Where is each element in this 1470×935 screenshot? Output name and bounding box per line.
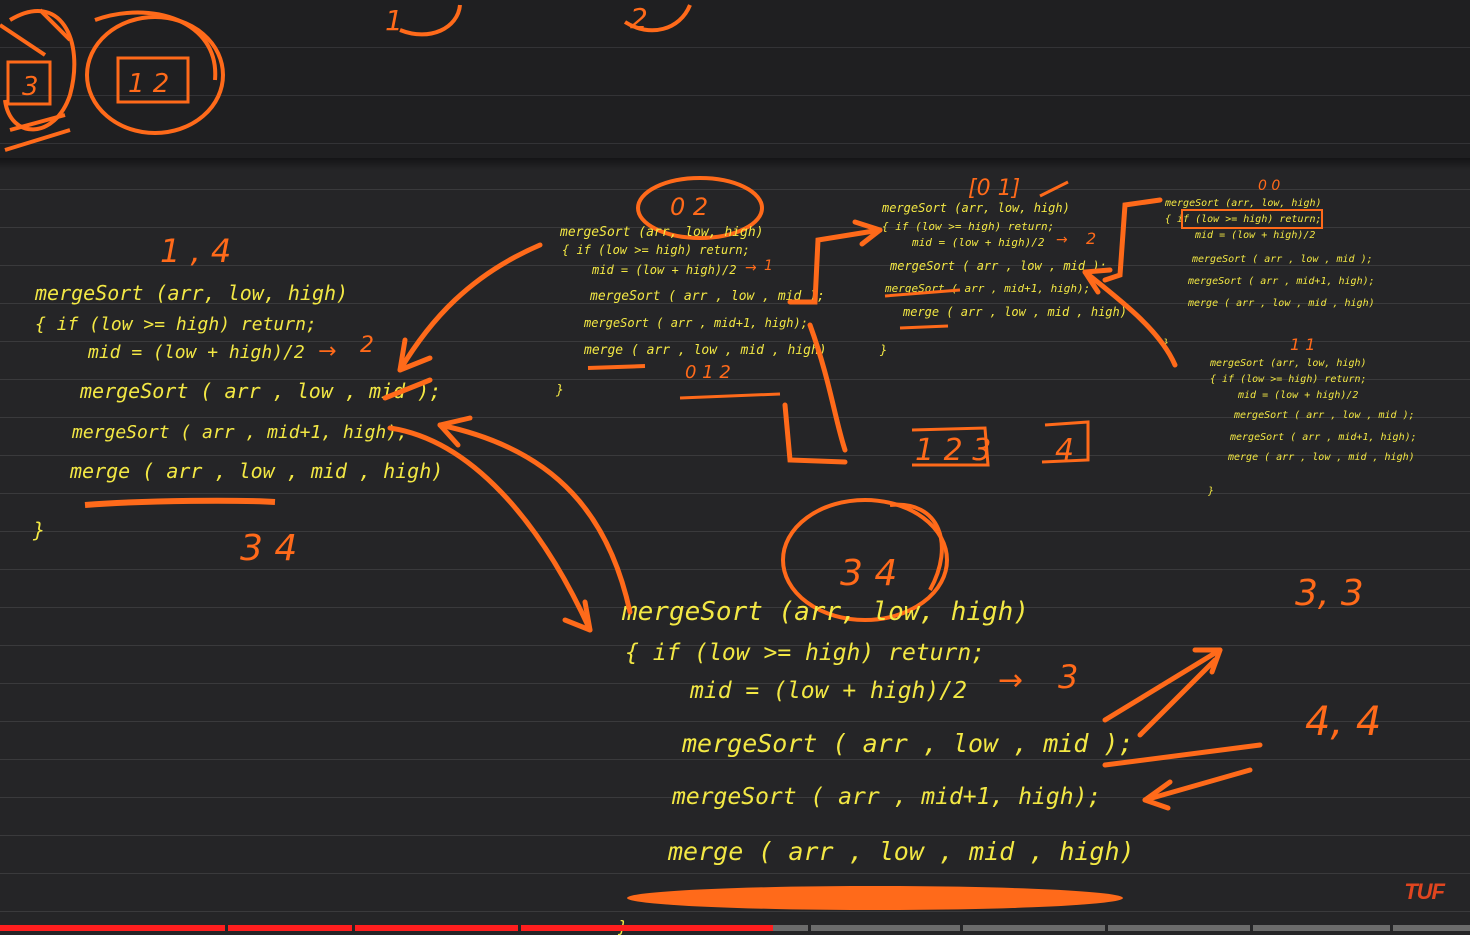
block6-mid-value: 3 — [1058, 658, 1078, 696]
block2-range: 0 2 — [670, 193, 708, 221]
top-annotations: 3 1 2 1 2 — [0, 2, 692, 152]
arrow-glyph: → — [1056, 232, 1068, 248]
chapter-marker — [352, 925, 355, 931]
chapter-marker — [1105, 925, 1108, 931]
block5-line: mergeSort (arr, low, high) — [1209, 358, 1367, 369]
block5-line: merge ( arr , low , mid , high) — [1227, 452, 1415, 463]
code-block-2: 0 2 mergeSort (arr, low, high) { if (low… — [555, 176, 827, 400]
whiteboard-canvas: 3 1 2 1 2 1 , 4 mergeSort (arr, low, hig… — [0, 0, 1470, 935]
block5-range: 1 1 — [1290, 335, 1315, 354]
tick-stroke — [1039, 180, 1069, 198]
chapter-marker — [1250, 925, 1253, 931]
block5-line: } — [1207, 486, 1214, 497]
block6-range: 3 4 — [840, 553, 897, 594]
block3-below: 1 2 3 — [915, 433, 991, 468]
block3-line: } — [879, 343, 887, 357]
block1-line: { if (low >= high) return; — [35, 314, 317, 335]
handwriting-layer: 3 1 2 1 2 1 , 4 mergeSort (arr, low, hig… — [0, 2, 1417, 935]
code-block-1: 1 , 4 mergeSort (arr, low, high) { if (l… — [32, 232, 443, 569]
block1-line: mid = (low + high)/2 — [87, 342, 305, 363]
block6-line: { if (low >= high) return; — [625, 640, 985, 666]
block1-range: 1 , 4 — [160, 232, 231, 270]
block2-line: { if (low >= high) return; — [562, 243, 750, 257]
chapter-marker — [808, 925, 811, 931]
block5-line: mergeSort ( arr , low , mid ); — [1233, 410, 1415, 421]
arrow-glyph: → — [745, 260, 757, 276]
chapter-marker — [960, 925, 963, 931]
underline-stroke — [627, 886, 1123, 910]
arrow-glyph: → — [998, 663, 1023, 698]
block4-range: 0 0 — [1258, 178, 1280, 194]
block4-line: mergeSort (arr, low, high) — [1164, 198, 1322, 209]
circle-stroke — [3, 9, 77, 132]
underline-stroke — [679, 392, 781, 400]
block3-line: merge ( arr , low , mid , high) — [902, 305, 1127, 319]
code-block-5: 1 1 mergeSort (arr, low, high) { if (low… — [1207, 335, 1417, 497]
block3-mid-value: 2 — [1086, 229, 1096, 248]
underline-stroke — [84, 497, 276, 508]
code-block-4: 0 0 mergeSort (arr, low, high) { if (low… — [1162, 178, 1375, 349]
underline-stroke — [587, 364, 646, 370]
block4-line: { if (low >= high) return; — [1165, 214, 1322, 225]
code-block-6: 3 4 mergeSort (arr, low, high) { if (low… — [617, 498, 1381, 935]
block6-line: mergeSort ( arr , low , mid ); — [681, 729, 1134, 758]
block3-range: [0 1] — [968, 176, 1020, 201]
block2-line: mergeSort ( arr , mid+1, high); — [583, 316, 808, 330]
block2-line: } — [555, 383, 564, 398]
block4-line: mid = (low + high)/2 — [1194, 230, 1315, 241]
video-progress-bar[interactable] — [0, 925, 1470, 931]
chapter-marker — [518, 925, 521, 931]
bracket-stroke — [399, 4, 462, 37]
block6-line: merge ( arr , low , mid , high) — [667, 837, 1135, 866]
chapter-marker — [1390, 925, 1393, 931]
block5-line: { if (low >= high) return; — [1210, 374, 1367, 385]
arrow-glyph: → — [318, 339, 336, 364]
block1-line: mergeSort ( arr , mid+1, high); — [71, 422, 408, 443]
block3-line: mid = (low + high)/2 — [911, 236, 1045, 249]
block2-mid-value: 1 — [764, 258, 773, 274]
block2-line: mid = (low + high)/2 — [591, 263, 737, 277]
block3-line: { if (low >= high) return; — [882, 220, 1054, 233]
arrow-stroke — [1102, 197, 1163, 283]
block2-below: 0 1 2 — [685, 362, 731, 383]
block1-line: merge ( arr , low , mid , high) — [69, 459, 443, 483]
block6-right1: 3, 3 — [1295, 573, 1364, 614]
arrow-stroke — [1142, 767, 1253, 803]
arrow-stroke — [397, 242, 543, 373]
block4-line: mergeSort ( arr , low , mid ); — [1191, 254, 1373, 265]
block3-line: mergeSort (arr, low, high) — [881, 201, 1070, 215]
block6-right2: 4, 4 — [1305, 699, 1381, 745]
block5-line: mergeSort ( arr , mid+1, high); — [1229, 432, 1417, 443]
top-box12-label: 1 2 — [128, 69, 169, 99]
chapter-marker — [225, 925, 228, 931]
block6-line: mergeSort (arr, low, high) — [621, 597, 1029, 627]
progress-fill — [0, 925, 774, 931]
code-block-3: [0 1] mergeSort (arr, low, high) { if (l… — [879, 176, 1127, 468]
block1-line: mergeSort (arr, low, high) — [34, 281, 348, 305]
block5-line: mid = (low + high)/2 — [1237, 390, 1358, 401]
block6-line: mid = (low + high)/2 — [689, 678, 967, 704]
block3-line: mergeSort ( arr , low , mid ); — [889, 259, 1107, 273]
arrow-stroke — [1137, 657, 1218, 738]
arrow-stroke — [437, 422, 633, 615]
block2-line: mergeSort (arr, low, high) — [559, 225, 764, 240]
block4-line: mergeSort ( arr , mid+1, high); — [1187, 276, 1375, 287]
block1-below: 3 4 — [240, 528, 297, 569]
top-box3-label: 3 — [22, 72, 39, 102]
arrow-stroke — [807, 322, 848, 453]
block6-line: mergeSort ( arr , mid+1, high); — [671, 784, 1101, 810]
block1-line: } — [32, 518, 45, 542]
block1-mid-value: 2 — [360, 333, 374, 358]
block4-line: merge ( arr , low , mid , high) — [1187, 298, 1375, 309]
circle-stroke — [889, 502, 944, 591]
block2-line: merge ( arr , low , mid , high) — [583, 343, 827, 358]
tuf-logo: TUF — [1404, 879, 1445, 904]
